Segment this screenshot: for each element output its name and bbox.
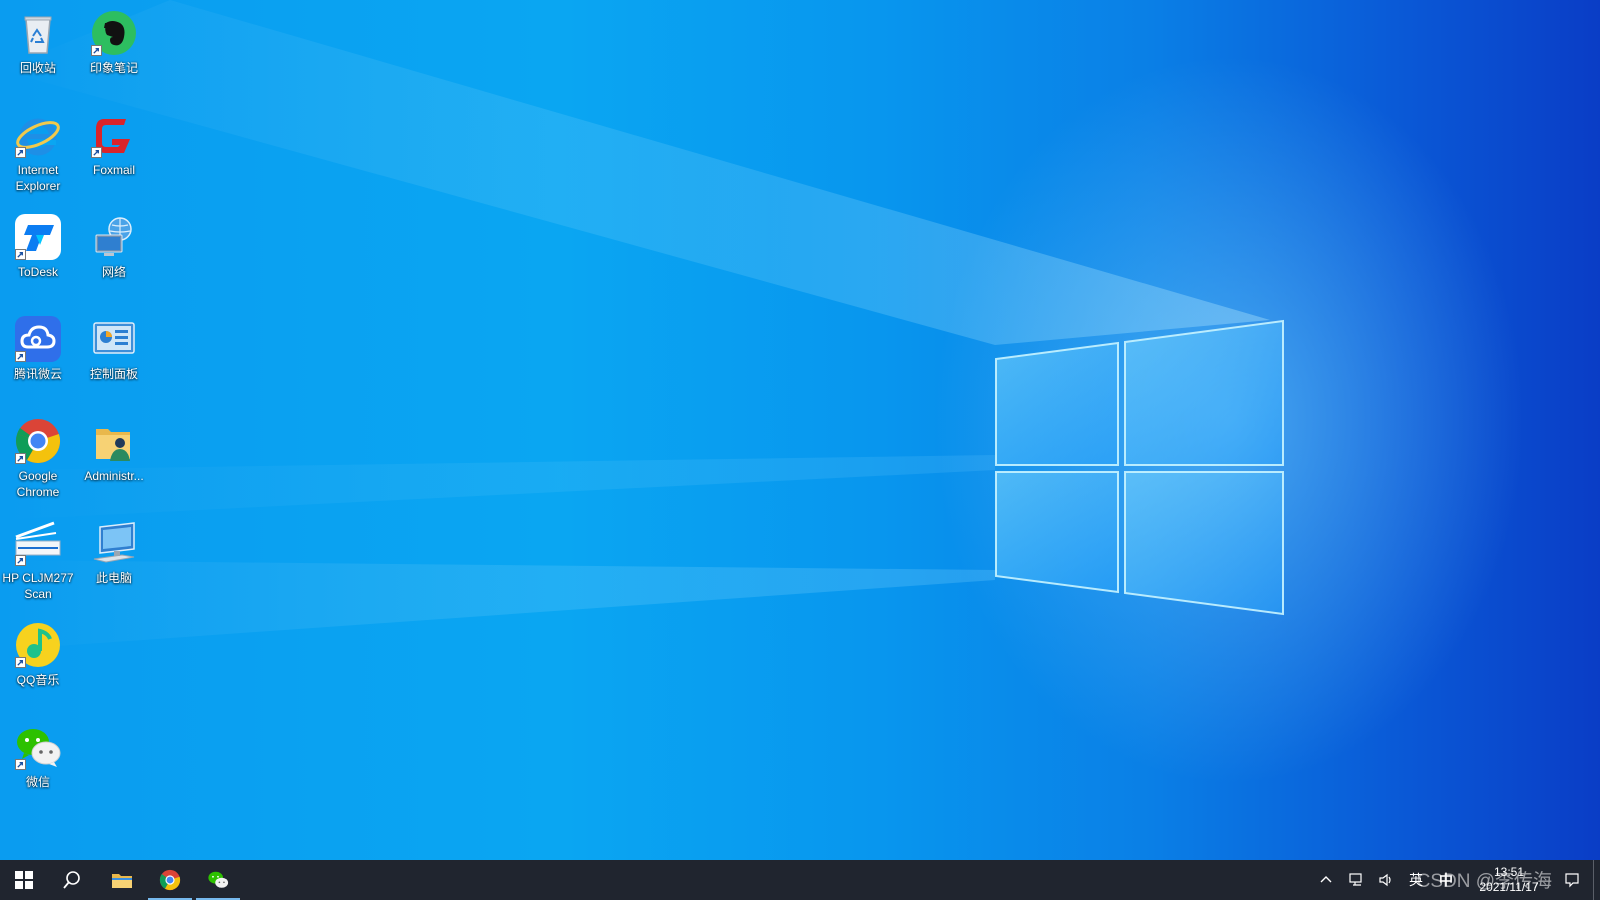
desktop-icon-label: ToDesk xyxy=(17,265,58,279)
shortcut-arrow-icon xyxy=(15,453,26,464)
network-icon xyxy=(95,217,132,256)
desktop-icon-internet-explorer[interactable]: Internet Explorer xyxy=(0,104,76,200)
windows-icon xyxy=(15,871,33,889)
desktop-icon-label: QQ音乐 xyxy=(16,673,60,687)
desktop-icon-network[interactable]: 网络 xyxy=(76,206,152,302)
search-button[interactable] xyxy=(48,860,96,900)
shortcut-arrow-icon xyxy=(15,759,26,770)
desktop-icon-evernote[interactable]: 印象笔记 xyxy=(76,2,152,98)
desktop-icon-label: Internet Explorer xyxy=(15,163,61,193)
ime-mode-label: 中 xyxy=(1439,872,1453,888)
clock-date: 2021/11/17 xyxy=(1479,880,1539,894)
chrome-icon xyxy=(159,869,181,891)
windows-logo-wallpaper xyxy=(995,319,1284,616)
show-hidden-icons-button[interactable] xyxy=(1311,860,1341,900)
desktop[interactable]: 回收站 印象笔记 Internet Explorer Foxmail ToDes… xyxy=(0,0,1600,860)
chrome-taskbar-button[interactable] xyxy=(146,860,194,900)
desktop-icon-label: 回收站 xyxy=(19,61,56,75)
speaker-icon xyxy=(1379,873,1391,887)
desktop-icon-tencent-weiyun[interactable]: 腾讯微云 xyxy=(0,308,76,404)
shortcut-arrow-icon xyxy=(15,249,26,260)
desktop-icon-label: Administr... xyxy=(84,469,144,483)
taskbar: 英 中 13:51 2021/11/17 CSDN @李传海 xyxy=(0,860,1600,900)
desktop-icon-label: 微信 xyxy=(25,775,50,789)
search-icon xyxy=(63,871,80,889)
network-wired-icon xyxy=(1349,873,1362,886)
desktop-icon-google-chrome[interactable]: Google Chrome xyxy=(0,410,76,506)
notification-icon xyxy=(1565,873,1579,888)
desktop-icon-todesk[interactable]: ToDesk xyxy=(0,206,76,302)
desktop-icon-this-pc[interactable]: 此电脑 xyxy=(76,512,152,608)
desktop-icon-label: 腾讯微云 xyxy=(13,367,62,381)
desktop-icon-hp-scan[interactable]: HP CLJM277 Scan xyxy=(0,512,76,608)
shortcut-arrow-icon xyxy=(91,45,102,56)
desktop-icon-label: Foxmail xyxy=(92,163,135,177)
shortcut-arrow-icon xyxy=(91,147,102,158)
file-explorer-button[interactable] xyxy=(98,860,146,900)
desktop-icon-label: 此电脑 xyxy=(95,571,132,585)
shortcut-arrow-icon xyxy=(15,657,26,668)
desktop-icon-foxmail[interactable]: Foxmail xyxy=(76,104,152,200)
folder-icon xyxy=(112,874,132,888)
desktop-icon-label: 印象笔记 xyxy=(89,61,138,75)
shortcut-arrow-icon xyxy=(15,351,26,362)
wechat-taskbar-button[interactable] xyxy=(194,860,242,900)
notification-center-button[interactable] xyxy=(1557,860,1587,900)
show-desktop-button[interactable] xyxy=(1593,860,1600,900)
wechat-icon xyxy=(208,871,229,888)
user-folder-icon xyxy=(96,429,130,461)
control-panel-icon xyxy=(93,322,135,354)
desktop-icon-recycle-bin[interactable]: 回收站 xyxy=(0,2,76,98)
network-status-button[interactable] xyxy=(1341,860,1371,900)
desktop-icon-label: 控制面板 xyxy=(89,367,138,381)
desktop-icon-label: HP CLJM277 Scan xyxy=(2,571,74,601)
desktop-icon-administrator[interactable]: Administr... xyxy=(76,410,152,506)
ime-mode-button[interactable]: 中 xyxy=(1431,860,1461,900)
desktop-icon-control-panel[interactable]: 控制面板 xyxy=(76,308,152,404)
chevron-up-icon xyxy=(1320,876,1332,883)
recycle-bin-icon xyxy=(24,16,52,54)
volume-button[interactable] xyxy=(1371,860,1401,900)
desktop-icon-label: Google Chrome xyxy=(16,469,60,499)
ime-language-button[interactable]: 英 xyxy=(1401,860,1431,900)
this-pc-icon xyxy=(93,522,135,563)
start-button[interactable] xyxy=(0,860,48,900)
shortcut-arrow-icon xyxy=(15,147,26,158)
desktop-icon-label: 网络 xyxy=(101,265,126,279)
desktop-icon-qq-music[interactable]: QQ音乐 xyxy=(0,614,76,710)
shortcut-arrow-icon xyxy=(15,555,26,566)
desktop-icon-wechat[interactable]: 微信 xyxy=(0,716,76,812)
desktop-icon-grid: 回收站 印象笔记 Internet Explorer Foxmail ToDes… xyxy=(0,0,160,860)
clock-time: 13:51 xyxy=(1493,865,1525,879)
clock[interactable]: 13:51 2021/11/17 xyxy=(1461,865,1557,895)
wallpaper-beams xyxy=(0,0,1270,650)
system-tray: 英 中 13:51 2021/11/17 xyxy=(1311,860,1600,900)
